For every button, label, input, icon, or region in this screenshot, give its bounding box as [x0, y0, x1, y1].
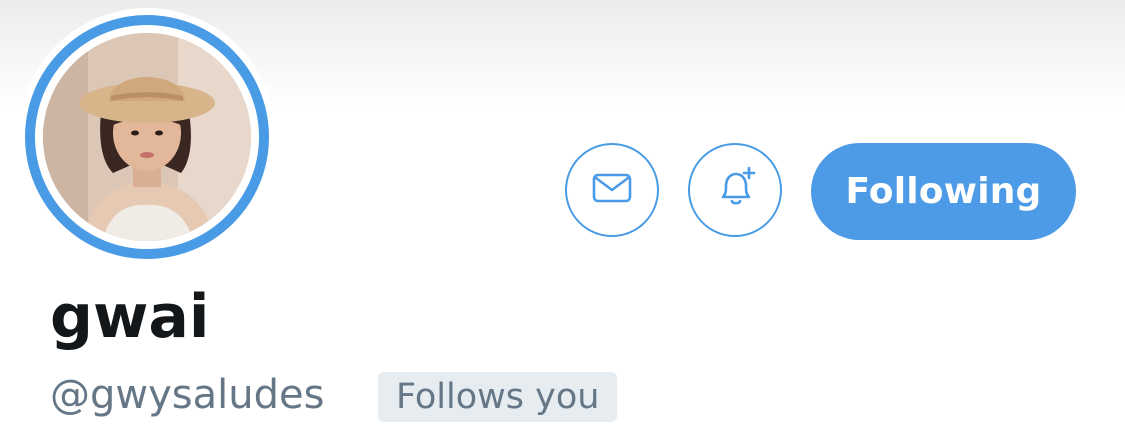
profile-display-name: gwai [50, 282, 210, 352]
avatar-inner-border [35, 25, 259, 249]
mail-icon [592, 172, 632, 209]
avatar-image [43, 33, 251, 241]
avatar-photo [43, 33, 251, 241]
profile-handle: @gwysaludes [50, 372, 325, 418]
notify-button[interactable] [688, 143, 782, 237]
follows-you-badge: Follows you [378, 372, 618, 422]
message-button[interactable] [565, 143, 659, 237]
avatar-story-ring [25, 15, 269, 259]
bell-plus-icon [711, 164, 759, 217]
following-button[interactable]: Following [811, 143, 1076, 240]
avatar[interactable] [22, 12, 272, 262]
